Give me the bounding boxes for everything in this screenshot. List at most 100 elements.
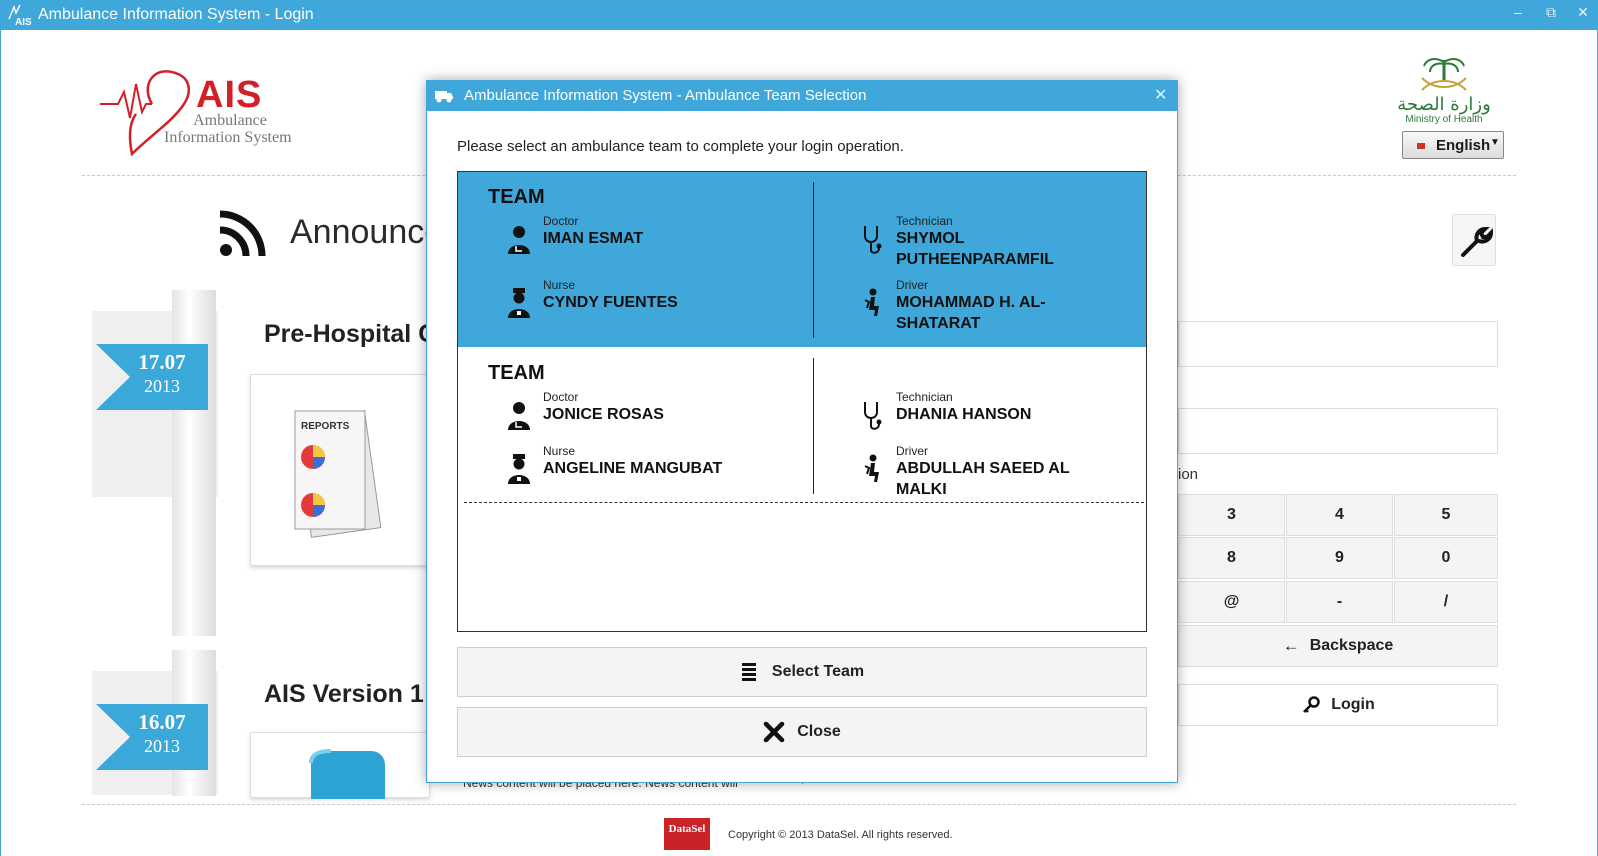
team-selection-dialog: Ambulance Information System - Ambulance… <box>426 80 1178 783</box>
copyright-text: Copyright © 2013 DataSel. All rights res… <box>728 829 953 841</box>
list-icon <box>741 663 756 681</box>
arrow-left-icon: ← <box>1282 636 1300 655</box>
ribbon-year: 2013 <box>144 736 180 756</box>
member-role: Doctor <box>543 214 579 228</box>
team-item-selected[interactable]: TEAM Doctor IMAN ESMAT Nurse CYNDY FUENT… <box>458 172 1146 347</box>
ribbon-day: 17.07 <box>138 350 186 374</box>
key-3[interactable]: 3 <box>1178 494 1285 536</box>
news-image: REPORTS <box>250 374 430 566</box>
member-name: JONICE ROSAS <box>543 406 664 423</box>
backspace-button[interactable]: ← Backspace <box>1178 625 1498 667</box>
member-name: ANGELINE MANGUBAT <box>543 460 723 477</box>
team-name: TEAM <box>488 362 545 384</box>
announcements-title: Announce <box>290 213 444 251</box>
ribbon-year: 2013 <box>144 376 180 396</box>
login-button[interactable]: Login <box>1178 684 1498 726</box>
member-name: SHYMOL PUTHEENPARAMFIL <box>896 230 1054 268</box>
member-name: MOHAMMAD H. AL-SHATARAT <box>896 294 1046 332</box>
team-divider <box>813 182 814 338</box>
flag-icon <box>1417 143 1425 149</box>
key-dash[interactable]: - <box>1286 581 1393 623</box>
logo-line2: Information System <box>164 129 292 146</box>
key-0[interactable]: 0 <box>1394 537 1498 579</box>
key-slash[interactable]: / <box>1394 581 1498 623</box>
logo-brand: AIS <box>196 74 263 116</box>
member-role: Nurse <box>543 444 576 458</box>
key-4[interactable]: 4 <box>1286 494 1393 536</box>
driver-icon <box>864 288 879 316</box>
dialog-prompt: Please select an ambulance team to compl… <box>457 138 904 155</box>
app-icon: AIS <box>8 4 32 27</box>
key-8[interactable]: 8 <box>1178 537 1285 579</box>
key-at[interactable]: @ <box>1178 581 1285 623</box>
partial-label: ion <box>1178 466 1199 483</box>
password-field[interactable] <box>1178 408 1498 454</box>
key-icon <box>1303 696 1320 713</box>
username-field[interactable] <box>1178 321 1498 367</box>
news-title[interactable]: AIS Version 1 <box>264 680 424 709</box>
team-item[interactable]: TEAM Doctor JONICE ROSAS Nurse ANGELINE … <box>458 348 1146 523</box>
close-x-icon <box>763 721 785 743</box>
timeline-bar <box>172 290 216 636</box>
window-titlebar: AIS Ambulance Information System - Login… <box>0 0 1598 30</box>
wrench-icon <box>1461 226 1494 257</box>
palm-swords-icon <box>1421 58 1467 91</box>
ministry-logo: وزارة الصحة Ministry of Health <box>1397 56 1502 126</box>
window-close-button[interactable]: ✕ <box>1573 4 1593 21</box>
team-separator <box>464 502 1144 503</box>
footer-divider <box>82 804 1516 805</box>
team-divider <box>813 358 814 494</box>
select-team-label: Select Team <box>771 663 865 680</box>
member-name: CYNDY FUENTES <box>543 294 678 311</box>
logo-line1: Ambulance <box>193 112 267 129</box>
member-role: Driver <box>896 444 928 458</box>
member-name: DHANIA HANSON <box>896 406 1032 423</box>
window-title: Ambulance Information System - Login <box>38 6 314 23</box>
rss-icon <box>219 210 266 257</box>
member-role: Nurse <box>543 278 576 292</box>
stethoscope-icon <box>864 226 882 254</box>
key-9[interactable]: 9 <box>1286 537 1393 579</box>
minimize-button[interactable]: ‒ <box>1508 4 1528 20</box>
doctor-icon <box>508 402 530 430</box>
ais-logo: AIS Ambulance Information System <box>100 64 300 156</box>
svg-text:AIS: AIS <box>15 17 32 27</box>
datasel-logo: DataSel <box>664 818 710 850</box>
svg-text:REPORTS: REPORTS <box>301 421 350 432</box>
ambulance-icon <box>435 91 453 103</box>
settings-button[interactable] <box>1452 214 1496 266</box>
team-name: TEAM <box>488 186 545 208</box>
date-ribbon: 17.07 2013 <box>96 344 208 410</box>
date-ribbon: 16.07 2013 <box>96 704 208 770</box>
news-title[interactable]: Pre-Hospital C <box>264 320 436 349</box>
close-button[interactable]: Close <box>457 707 1147 757</box>
reports-icon: REPORTS <box>294 410 382 538</box>
news-image <box>250 732 430 799</box>
close-label: Close <box>797 723 841 740</box>
dialog-titlebar: Ambulance Information System - Ambulance… <box>427 81 1177 111</box>
nurse-icon <box>508 454 530 484</box>
nurse-icon <box>508 288 530 318</box>
member-role: Technician <box>896 390 953 404</box>
restore-button[interactable]: ⧉ <box>1541 4 1561 21</box>
language-select[interactable]: English ▼ <box>1402 131 1504 159</box>
member-name: ABDULLAH SAEED AL MALKI <box>896 460 1070 498</box>
member-role: Doctor <box>543 390 579 404</box>
dialog-title: Ambulance Information System - Ambulance… <box>464 87 867 104</box>
member-name: IMAN ESMAT <box>543 230 644 247</box>
version-icon <box>309 749 385 799</box>
team-list: TEAM Doctor IMAN ESMAT Nurse CYNDY FUENT… <box>457 171 1147 632</box>
login-label: Login <box>1331 696 1375 713</box>
ribbon-day: 16.07 <box>138 710 186 734</box>
dialog-close-icon[interactable]: ✕ <box>1154 85 1167 105</box>
stethoscope-icon <box>864 402 882 430</box>
member-role: Driver <box>896 278 928 292</box>
key-5[interactable]: 5 <box>1394 494 1498 536</box>
ministry-arabic: وزارة الصحة <box>1397 94 1491 115</box>
doctor-icon <box>508 226 530 254</box>
member-role: Technician <box>896 214 953 228</box>
ministry-english: Ministry of Health <box>1405 114 1483 125</box>
language-label: English <box>1436 137 1491 154</box>
select-team-button[interactable]: Select Team <box>457 647 1147 697</box>
driver-icon <box>864 454 879 482</box>
